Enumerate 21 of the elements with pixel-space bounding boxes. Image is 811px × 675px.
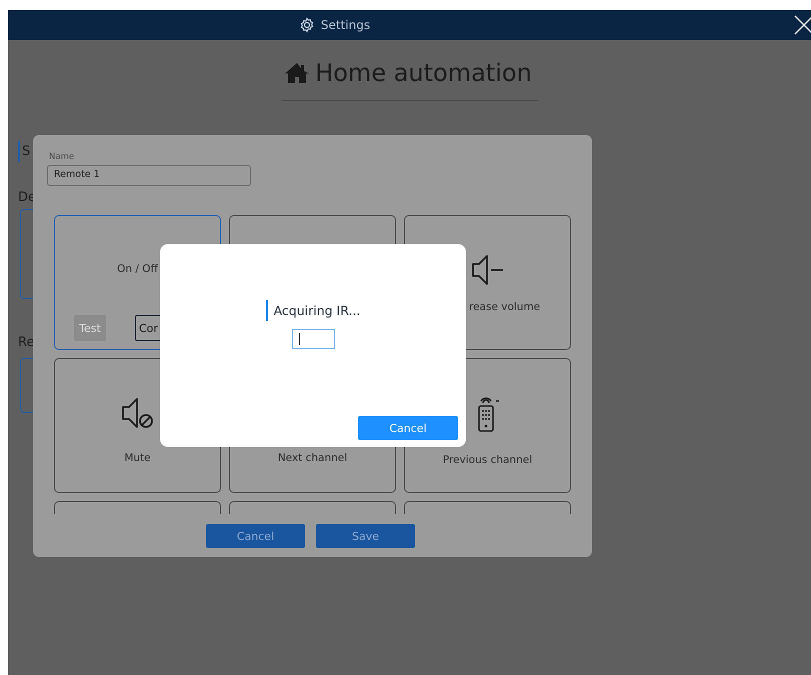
dialog-message: Acquiring IR... <box>266 300 360 321</box>
tile-label: Previous channel <box>442 454 532 466</box>
tile-label: On / Off <box>117 263 158 275</box>
page-heading: Home automation <box>315 59 532 87</box>
cancel-button[interactable]: Cancel <box>206 524 305 548</box>
close-icon[interactable] <box>793 14 811 36</box>
settings-icon <box>298 17 315 33</box>
field-label: Name <box>49 152 76 162</box>
name-input-field[interactable]: Remote 1 <box>47 165 251 186</box>
window-title: Settings <box>320 18 370 32</box>
ir-input-field[interactable] <box>292 329 334 349</box>
tile-label: Mute <box>124 452 151 464</box>
tile-label: rease volume <box>469 301 540 313</box>
tile-label: Next channel <box>278 452 348 464</box>
speaker-mute-icon <box>120 396 154 430</box>
tab-label[interactable]: S <box>18 141 30 162</box>
section-label: Re <box>18 335 34 350</box>
cancel-button[interactable]: Cancel <box>358 416 458 440</box>
house-icon <box>285 62 310 84</box>
save-button[interactable]: Save <box>316 524 415 548</box>
speaker-minus-icon <box>471 253 505 287</box>
